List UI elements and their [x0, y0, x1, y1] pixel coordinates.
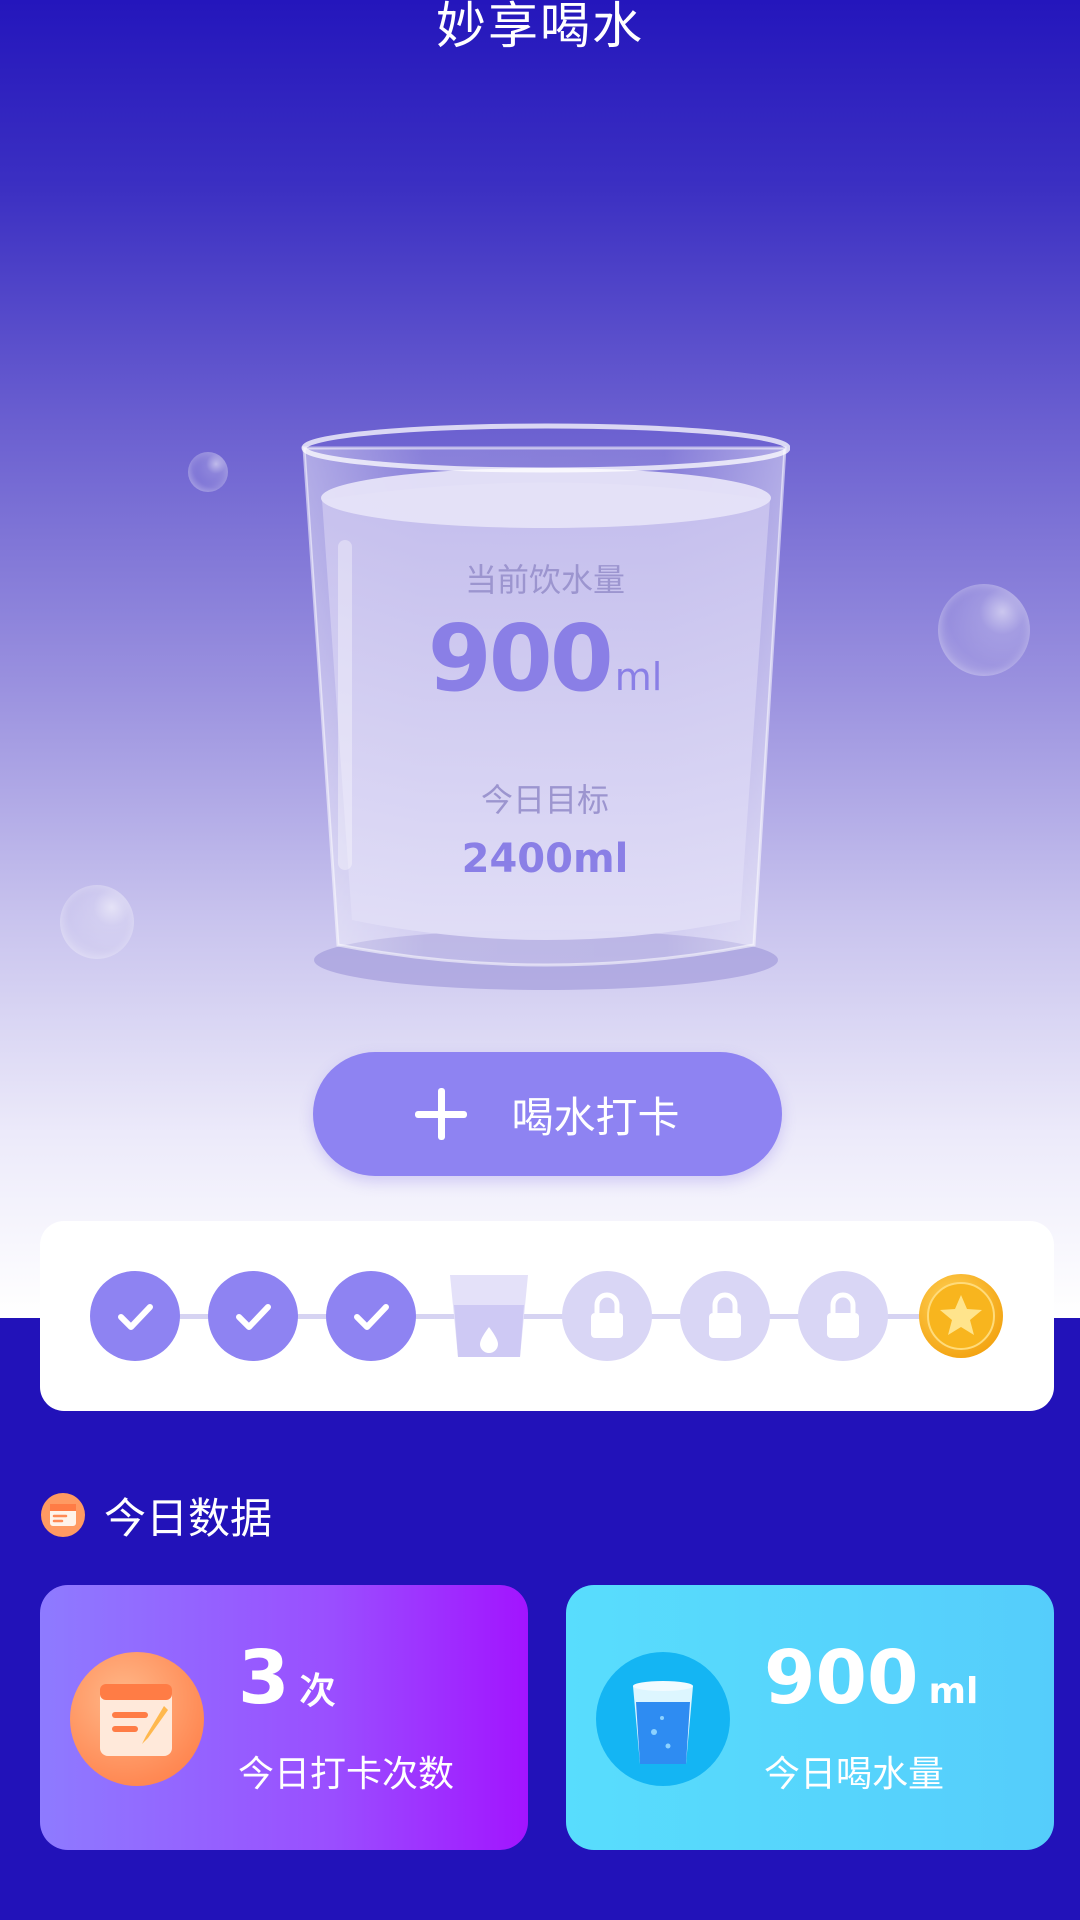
- check-icon: [118, 1304, 153, 1330]
- checkin-count-value: 3次: [238, 1635, 336, 1721]
- water-cup-icon: [450, 1275, 528, 1357]
- notepad-icon: [70, 1652, 204, 1786]
- progress-slot-locked: [680, 1271, 770, 1361]
- drink-checkin-button[interactable]: 喝水打卡: [313, 1052, 782, 1176]
- current-intake-label: 当前饮水量: [464, 561, 625, 599]
- today-data-heading: 今日数据: [40, 1490, 272, 1543]
- water-intake-label: 今日喝水量: [764, 1754, 945, 1795]
- water-intake-card: 900 ml 今日喝水量: [566, 1585, 1054, 1850]
- daily-goal-value: 2400ml: [461, 836, 629, 882]
- progress-slot-locked: [562, 1271, 652, 1361]
- progress-slot-done: [208, 1271, 298, 1361]
- progress-slot-current: [444, 1271, 534, 1361]
- water-glass-icon: [596, 1652, 730, 1786]
- bubble-decoration: [188, 452, 228, 492]
- bubble-decoration: [938, 584, 1030, 676]
- progress-slot-reward[interactable]: [916, 1271, 1006, 1361]
- daily-goal-label: 今日目标: [480, 781, 609, 819]
- lock-icon: [827, 1292, 859, 1338]
- checkin-count-label: 今日打卡次数: [238, 1754, 455, 1795]
- star-coin-icon: [919, 1274, 1003, 1358]
- lock-icon: [709, 1292, 741, 1338]
- plus-icon: [415, 1088, 468, 1140]
- calendar-icon: [40, 1492, 86, 1538]
- drink-checkin-label: 喝水打卡: [511, 1092, 680, 1142]
- app-title: 妙享喝水: [436, 0, 644, 55]
- lock-icon: [591, 1292, 623, 1338]
- bubble-decoration: [60, 885, 134, 959]
- water-intake-value: 900 ml: [764, 1635, 979, 1721]
- progress-slot-locked: [798, 1271, 888, 1361]
- check-icon: [354, 1304, 389, 1330]
- today-data-title: 今日数据: [104, 1493, 273, 1543]
- check-icon: [236, 1304, 271, 1330]
- progress-slot-done: [326, 1271, 416, 1361]
- checkin-count-card: 3次 今日打卡次数: [40, 1585, 528, 1850]
- checkin-progress-card: [40, 1221, 1054, 1411]
- current-intake-value: 900 ml: [427, 605, 663, 712]
- progress-slot-done: [90, 1271, 180, 1361]
